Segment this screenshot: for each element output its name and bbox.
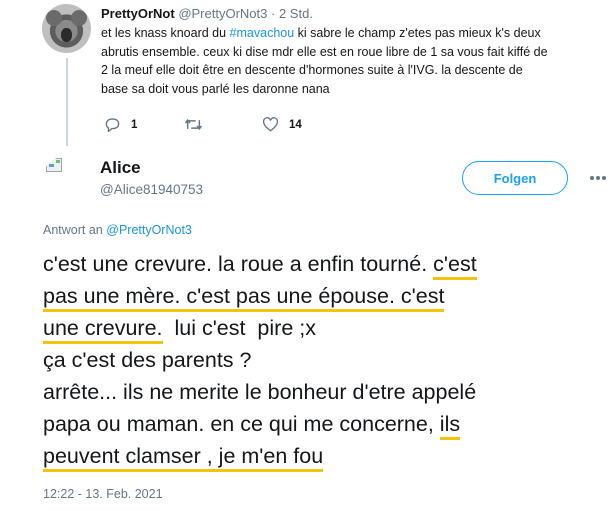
reply-action[interactable]: 1 (104, 117, 137, 132)
reply-time[interactable]: 2 Std. (279, 6, 313, 21)
highlighted-text: pas une mère. c'est pas une épouse. c'es… (43, 284, 445, 312)
reply-text-line: et les knass knoard du #mavachou ki sabr… (101, 26, 541, 40)
retweet-action[interactable] (184, 117, 213, 132)
reply-author-name[interactable]: PrettyOrNot (101, 6, 175, 21)
reply-prefix: Antwort an (43, 223, 103, 237)
tweet-line: pas une mère. c'est pas une épouse. c'es… (43, 280, 608, 312)
highlighted-text: ils (439, 412, 461, 440)
author-name[interactable]: Alice (100, 158, 141, 178)
reply-tweet-text: et les knass knoard du #mavachou ki sabr… (101, 24, 601, 98)
reply-count: 1 (131, 118, 138, 131)
hashtag-link[interactable]: #mavachou (230, 26, 295, 40)
author-handle[interactable]: @Alice81940753 (100, 182, 203, 197)
reply-to-link[interactable]: @PrettyOrNot3 (106, 223, 192, 237)
highlighted-text: c'est (433, 252, 477, 280)
retweet-icon (184, 118, 203, 131)
tweet-timestamp[interactable]: 12:22 - 13. Feb. 2021 (43, 487, 163, 501)
highlighted-text: peuvent clamser , je m'en fou (43, 444, 324, 472)
highlighted-text: une crevure. (43, 316, 163, 344)
reply-icon (105, 118, 120, 132)
reply-text-line: abrutis ensemble. ceux ki dise mdr elle … (101, 44, 548, 59)
reply-tweet-header: PrettyOrNot @PrettyOrNot3 · 2 Std. (101, 6, 313, 21)
more-options-icon[interactable] (590, 172, 606, 184)
thread-line (66, 58, 68, 146)
avatar-prettyornot[interactable] (42, 4, 91, 53)
avatar-alice[interactable] (42, 156, 91, 205)
tweet-line: peuvent clamser , je m'en fou (43, 440, 608, 472)
heart-icon (262, 117, 279, 132)
tweet-text: c'est une crevure. la roue a enfin tourn… (43, 248, 608, 472)
follow-button[interactable]: Folgen (462, 161, 568, 195)
tweet-line: ça c'est des parents ? (43, 348, 252, 372)
tweet-line: papa ou maman. en ce qui me concerne, il… (43, 408, 608, 440)
reply-author-handle[interactable]: @PrettyOrNot3 (178, 6, 267, 21)
tweet-line: c'est une crevure. la roue a enfin tourn… (43, 248, 608, 280)
like-action[interactable]: 14 (262, 117, 302, 132)
reply-context: Antwort an @PrettyOrNot3 (43, 223, 192, 237)
tweet-line: arrête... ils ne merite le bonheur d'etr… (43, 380, 477, 404)
reply-text-line: 2 la meuf elle doit être en descente d'h… (101, 63, 523, 77)
tweet-line: une crevure. lui c'est pire ;x (43, 312, 608, 344)
reply-text-line: base sa doit vous parlé les daronne nana (101, 81, 330, 96)
like-count: 14 (289, 118, 302, 131)
separator-dot: · (271, 6, 276, 21)
